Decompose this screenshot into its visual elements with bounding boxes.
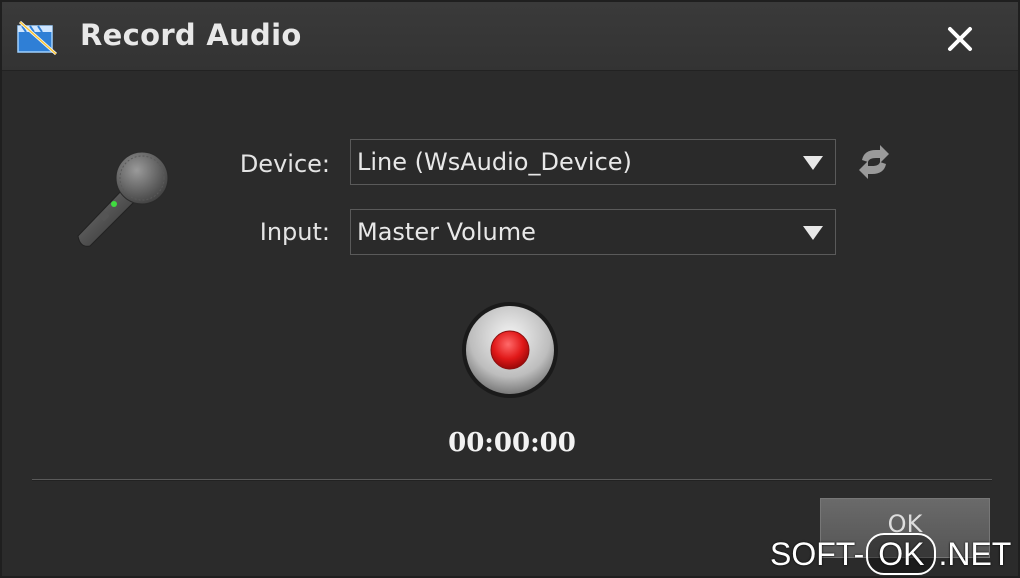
watermark-left: SOFT-: [770, 535, 865, 572]
watermark-right: .NET: [938, 535, 1012, 572]
input-label: Input:: [259, 218, 330, 246]
divider: [32, 479, 992, 481]
refresh-icon[interactable]: [854, 144, 894, 180]
microphone-icon: [77, 151, 169, 247]
input-value: Master Volume: [357, 218, 536, 246]
close-button[interactable]: [932, 14, 988, 64]
recording-timer: 00:00:00: [448, 428, 576, 458]
device-label: Device:: [239, 150, 330, 178]
dropdown-arrow-icon: [803, 156, 823, 170]
title-bar: Record Audio: [2, 2, 1018, 71]
dropdown-arrow-icon: [803, 226, 823, 240]
record-audio-dialog: Record Audio Device: Line (WsAudio_Devic…: [0, 0, 1020, 578]
window-title: Record Audio: [80, 18, 302, 52]
close-icon: [948, 27, 972, 51]
record-button[interactable]: [461, 301, 559, 399]
input-select[interactable]: Master Volume: [350, 209, 836, 255]
record-icon: [490, 330, 530, 370]
device-select[interactable]: Line (WsAudio_Device): [350, 139, 836, 185]
device-value: Line (WsAudio_Device): [357, 148, 632, 176]
video-editor-app-icon: [17, 20, 57, 56]
watermark-pill: OK: [866, 533, 937, 575]
watermark: SOFT- OK .NET: [770, 532, 1011, 576]
